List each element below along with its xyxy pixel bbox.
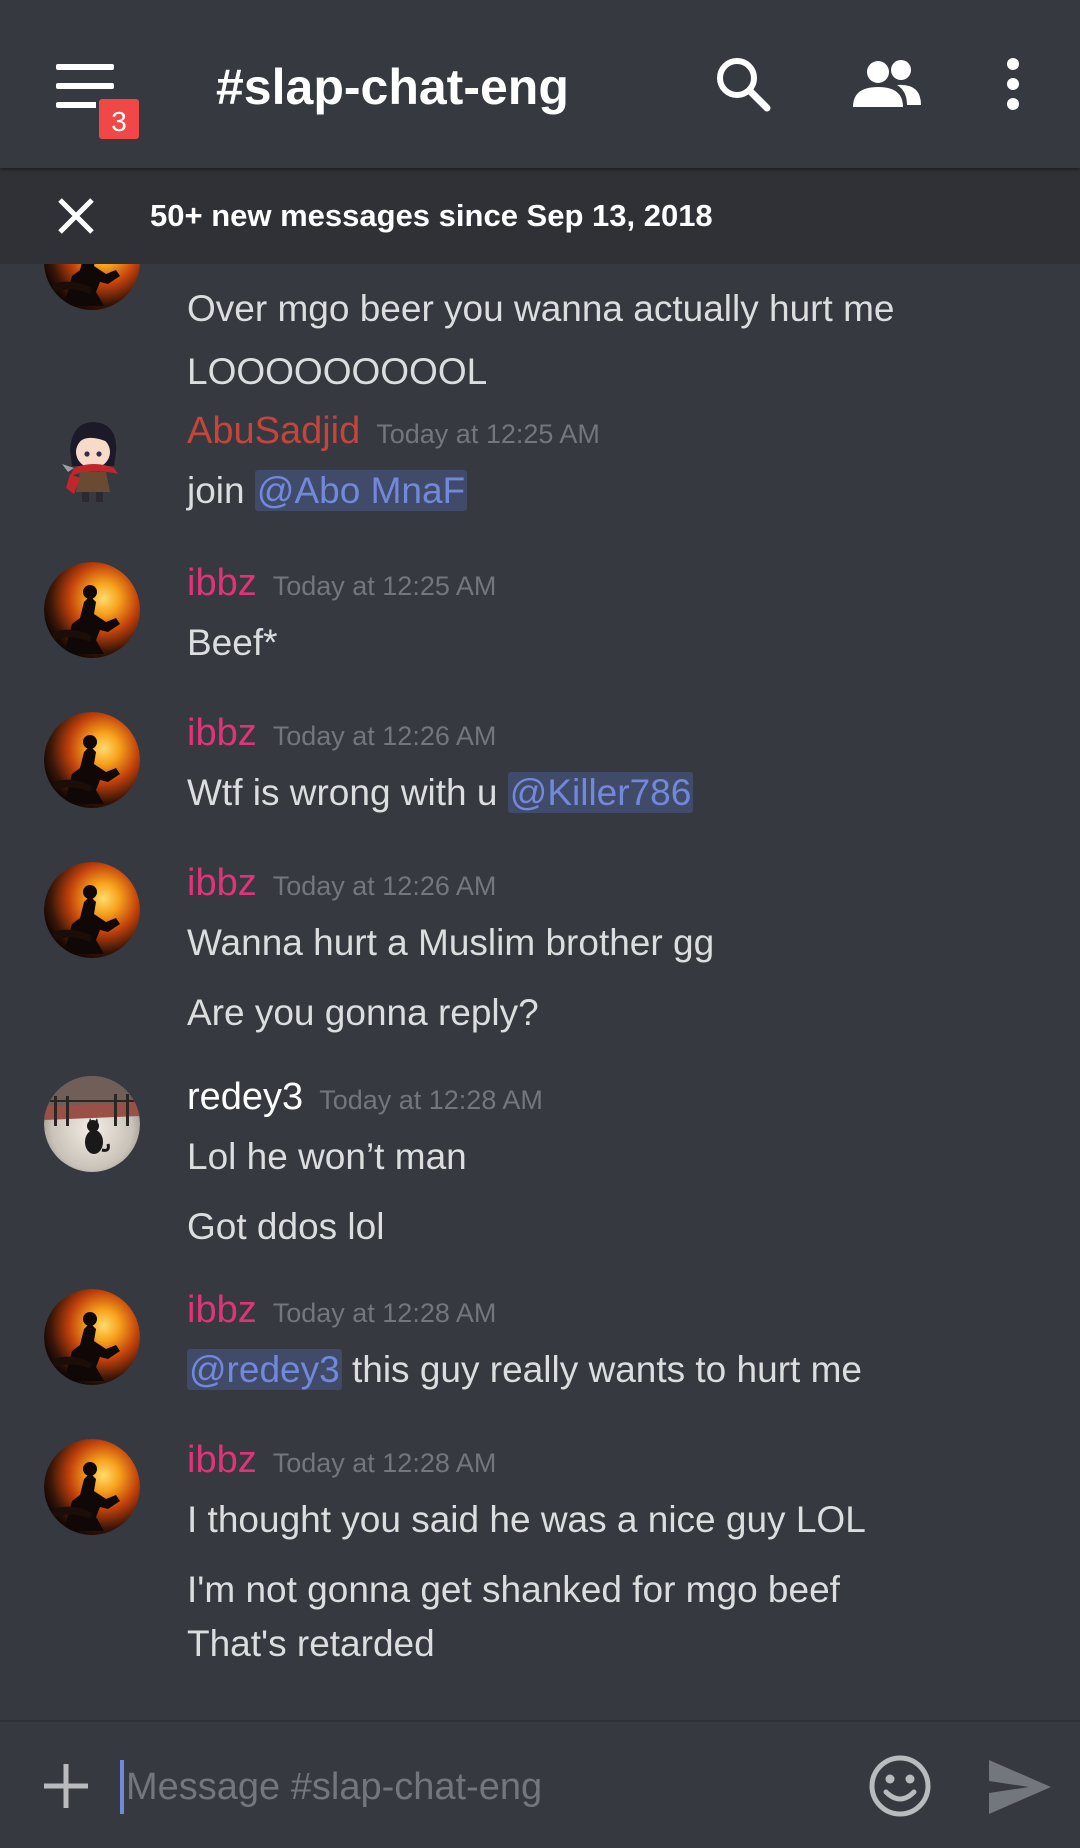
message-text: @redey3 this guy really wants to hurt me: [187, 1345, 862, 1395]
avatar[interactable]: [44, 1076, 140, 1172]
message-header: ibbz Today at 12:25 AM: [187, 562, 496, 612]
message-group: AbuSadjid Today at 12:25 AM join @Abo Mna…: [0, 410, 1080, 540]
send-icon: [989, 1760, 1051, 1814]
user-mention[interactable]: @redey3: [187, 1349, 342, 1390]
message-text: Over mgo beer you wanna actually hurt me: [187, 288, 895, 329]
message-header: AbuSadjid Today at 12:25 AM: [187, 410, 600, 460]
timestamp: Today at 12:28 AM: [319, 1085, 543, 1115]
members-button[interactable]: [851, 48, 923, 120]
timestamp: Today at 12:26 AM: [272, 721, 497, 751]
message-header: ibbz Today at 12:26 AM: [187, 712, 496, 762]
message-list[interactable]: Over mgo beer you wanna actually hurt me…: [0, 264, 1080, 1720]
top-app-bar: 3 #slap-chat-eng: [0, 0, 1080, 168]
message-group: redey3 Today at 12:28 AM Lol he won’t man…: [0, 1076, 1080, 1266]
user-mention[interactable]: @Killer786: [507, 772, 694, 813]
avatar[interactable]: [44, 1289, 140, 1385]
timestamp: Today at 12:25 AM: [376, 419, 600, 449]
message-group: ibbz Today at 12:28 AM @redey3 this guy r…: [0, 1289, 1080, 1419]
author-name[interactable]: ibbz: [187, 1439, 257, 1481]
author-name[interactable]: ibbz: [187, 562, 257, 604]
smiley-icon: [869, 1755, 931, 1817]
author-name[interactable]: ibbz: [187, 862, 257, 904]
channel-title: #slap-chat-eng: [216, 59, 569, 115]
search-icon: [717, 58, 771, 112]
add-attachment-button[interactable]: [34, 1754, 98, 1818]
message-group: ibbz Today at 12:26 AM Wtf is wrong with …: [0, 712, 1080, 842]
avatar[interactable]: [44, 410, 140, 506]
message-header: ibbz Today at 12:28 AM: [187, 1289, 496, 1339]
new-messages-banner[interactable]: 50+ new messages since Sep 13, 2018: [0, 168, 1080, 264]
message-text: LOOOOOOOOOL: [187, 351, 488, 392]
message-text: Wtf is wrong with u @Killer786: [187, 768, 694, 818]
timestamp: Today at 12:28 AM: [272, 1448, 497, 1478]
message-text: Got ddos lol: [187, 1206, 385, 1247]
message-text-part: Wtf is wrong with u: [187, 772, 508, 813]
message-text: join @Abo MnaF: [187, 466, 468, 516]
emoji-picker-button[interactable]: [866, 1752, 934, 1820]
author-name[interactable]: redey3: [187, 1076, 303, 1118]
message-input[interactable]: [126, 1752, 826, 1822]
message-header: redey3 Today at 12:28 AM: [187, 1076, 543, 1126]
new-messages-text: 50+ new messages since Sep 13, 2018: [150, 198, 713, 233]
send-button[interactable]: [985, 1756, 1053, 1818]
notification-badge: 3: [96, 96, 142, 142]
plus-icon: [44, 1764, 88, 1808]
avatar[interactable]: [44, 562, 140, 658]
message-group: Over mgo beer you wanna actually hurt me…: [0, 264, 1080, 392]
more-vertical-icon: [1007, 58, 1019, 110]
dismiss-banner-button[interactable]: [50, 190, 102, 242]
timestamp: Today at 12:26 AM: [272, 871, 497, 901]
message-composer: [0, 1720, 1080, 1848]
user-mention[interactable]: @Abo MnaF: [254, 470, 468, 511]
timestamp: Today at 12:28 AM: [272, 1298, 497, 1328]
message-header: ibbz Today at 12:28 AM: [187, 1439, 496, 1489]
more-options-button[interactable]: [977, 48, 1049, 120]
avatar[interactable]: [44, 712, 140, 808]
message-text: Wanna hurt a Muslim brother gg: [187, 922, 715, 963]
members-icon: [853, 60, 921, 107]
author-name[interactable]: AbuSadjid: [187, 410, 360, 452]
timestamp: Today at 12:25 AM: [272, 571, 497, 601]
message-header: ibbz Today at 12:26 AM: [187, 862, 496, 912]
message-text-part: this guy really wants to hurt me: [341, 1349, 862, 1390]
message-text: Lol he won’t man: [187, 1136, 467, 1177]
author-name[interactable]: ibbz: [187, 712, 257, 754]
message-group: ibbz Today at 12:26 AM Wanna hurt a Musli…: [0, 862, 1080, 1052]
avatar[interactable]: [44, 862, 140, 958]
message-text: I thought you said he was a nice guy LOL: [187, 1499, 866, 1540]
message-text: Beef*: [187, 622, 278, 663]
message-group: ibbz Today at 12:25 AM Beef*: [0, 562, 1080, 692]
close-icon: [58, 198, 94, 234]
message-text-part: join: [187, 470, 255, 511]
menu-button[interactable]: 3: [40, 52, 142, 142]
author-name[interactable]: ibbz: [187, 1289, 257, 1331]
avatar[interactable]: [44, 1439, 140, 1535]
search-button[interactable]: [707, 48, 779, 120]
message-text: That's retarded: [187, 1623, 435, 1664]
avatar[interactable]: [44, 264, 140, 310]
text-cursor: [120, 1760, 124, 1814]
message-text: I'm not gonna get shanked for mgo beef: [187, 1569, 840, 1610]
message-text: Are you gonna reply?: [187, 992, 539, 1033]
message-group: ibbz Today at 12:28 AM I thought you said…: [0, 1439, 1080, 1689]
